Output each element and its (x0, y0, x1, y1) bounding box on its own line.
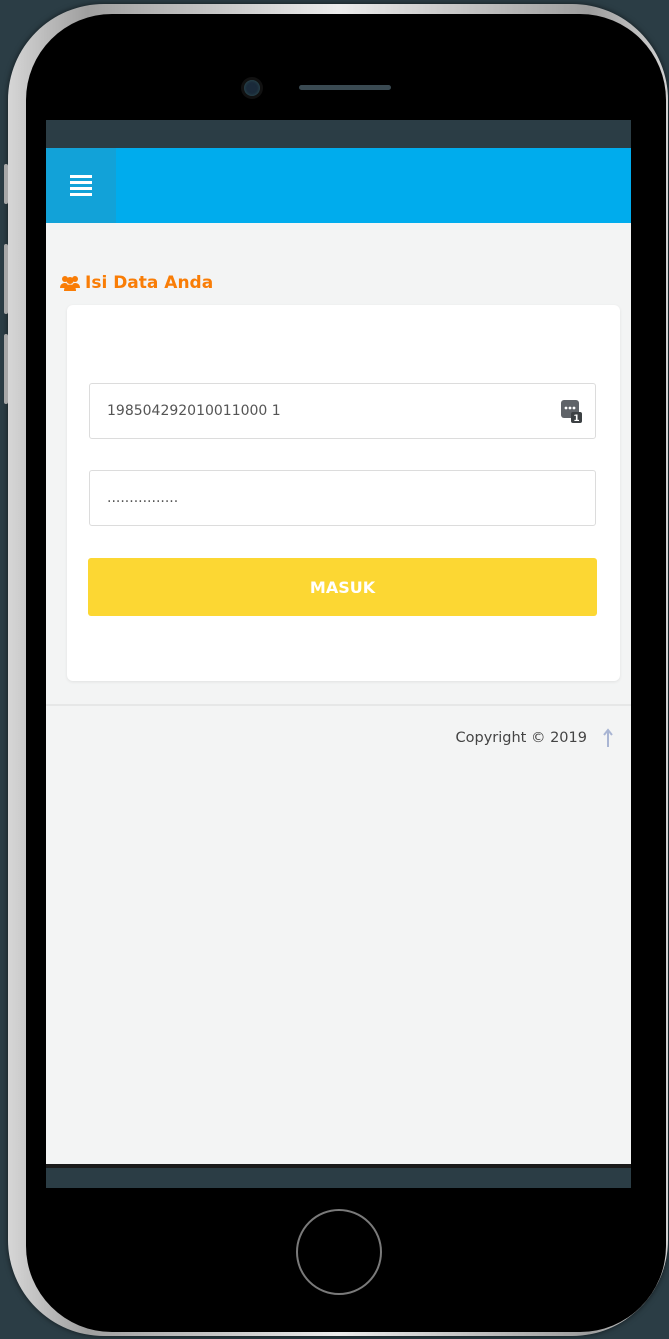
device-stage: Isi Data Anda 1 MA (0, 0, 669, 1339)
section-title: Isi Data Anda (60, 271, 631, 295)
arrow-up-icon[interactable] (603, 728, 613, 748)
copyright-text: Copyright © 2019 (455, 730, 587, 746)
top-navbar (46, 148, 631, 223)
front-camera (244, 80, 260, 96)
login-submit-button[interactable]: MASUK (88, 558, 597, 616)
bottom-bar (46, 1164, 631, 1188)
main-content: Isi Data Anda 1 MA (46, 271, 631, 681)
menu-toggle-button[interactable] (46, 148, 116, 223)
app-screen: Isi Data Anda 1 MA (46, 120, 631, 1188)
volume-down-button (4, 334, 8, 404)
status-bar (46, 120, 631, 148)
home-button[interactable] (296, 1209, 382, 1295)
username-input[interactable] (107, 403, 547, 419)
earpiece-speaker (299, 85, 391, 90)
volume-up-button (4, 244, 8, 314)
mute-switch (4, 164, 8, 204)
username-field[interactable]: 1 (89, 383, 596, 439)
password-input[interactable] (107, 490, 547, 506)
footer: Copyright © 2019 (456, 728, 613, 748)
id-card-icon: 1 (561, 400, 582, 424)
section-title-text: Isi Data Anda (85, 273, 214, 293)
password-field[interactable] (89, 470, 596, 526)
login-card: 1 MASUK (67, 305, 620, 681)
users-icon (60, 276, 80, 291)
menu-icon (70, 175, 92, 196)
svg-text:1: 1 (573, 414, 579, 424)
footer-divider (46, 704, 631, 706)
